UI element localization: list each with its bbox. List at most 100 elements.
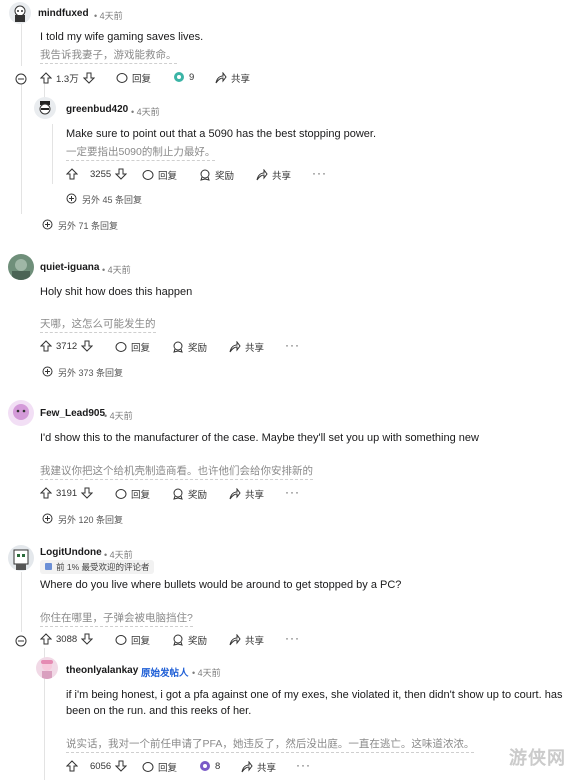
- share-label: 共享: [245, 343, 265, 354]
- comment-time: • 4天前: [102, 265, 131, 275]
- more-replies-link[interactable]: 另外 45 条回复: [66, 193, 142, 206]
- vote-controls: 6056: [66, 760, 128, 772]
- reply-button[interactable]: 回复: [142, 760, 177, 774]
- comment-time: • 4天前: [94, 11, 123, 21]
- downvote-icon[interactable]: [81, 487, 94, 499]
- comment-username[interactable]: Few_Lead905: [40, 408, 105, 419]
- comment-translation: 说实话，我对一个前任申请了PFA，她违反了，然后没出庭。一直在逃亡。这味道浓浓。: [66, 736, 475, 753]
- award-icon: [173, 71, 185, 83]
- thread-line: [52, 124, 53, 184]
- award-button[interactable]: 8: [199, 760, 220, 772]
- comment-text: been on the run. and this reeks of her.: [66, 705, 252, 717]
- more-replies-label: 另外 71 条回复: [58, 221, 119, 231]
- avatar[interactable]: [8, 545, 34, 571]
- more-replies-link[interactable]: 另外 71 条回复: [42, 219, 118, 232]
- downvote-icon[interactable]: [82, 72, 95, 84]
- share-label: 共享: [272, 171, 292, 182]
- reply-button[interactable]: 回复: [116, 71, 151, 85]
- reply-icon: [116, 72, 128, 84]
- downvote-icon[interactable]: [115, 760, 128, 772]
- comment-text: I told my wife gaming saves lives.: [40, 31, 204, 43]
- vote-count: 1.3万: [56, 74, 79, 85]
- more-options-icon[interactable]: ···: [285, 338, 300, 352]
- comment-text: Make sure to point out that a 5090 has t…: [66, 128, 377, 140]
- reply-button[interactable]: 回复: [115, 633, 150, 647]
- share-button[interactable]: 共享: [229, 487, 264, 501]
- reply-label: 回复: [131, 343, 151, 354]
- comment-translation: 我建议你把这个给机壳制造商看。也许他们会给你安排新的: [40, 463, 313, 480]
- collapse-icon[interactable]: [15, 634, 27, 652]
- more-options-icon[interactable]: ···: [285, 485, 300, 499]
- share-label: 共享: [245, 636, 265, 647]
- award-button[interactable]: 奖励: [172, 487, 207, 501]
- flair-icon: [44, 562, 53, 573]
- upvote-icon[interactable]: [40, 487, 52, 499]
- upvote-icon[interactable]: [40, 633, 52, 645]
- award-icon: [172, 341, 184, 353]
- share-button[interactable]: 共享: [229, 340, 264, 354]
- downvote-icon[interactable]: [81, 633, 94, 645]
- watermark: 游侠网: [509, 748, 566, 768]
- award-label: 奖励: [188, 490, 208, 501]
- comment-username[interactable]: greenbud420: [66, 104, 128, 115]
- upvote-icon[interactable]: [40, 72, 52, 84]
- vote-controls: 3712: [40, 340, 94, 352]
- comment-text: Holy shit how does this happen: [40, 286, 193, 298]
- upvote-icon[interactable]: [66, 760, 78, 772]
- avatar[interactable]: [8, 400, 34, 426]
- award-label: 奖励: [188, 343, 208, 354]
- comment-time: • 4天前: [192, 668, 221, 678]
- share-button[interactable]: 共享: [229, 633, 264, 647]
- upvote-icon[interactable]: [40, 340, 52, 352]
- downvote-icon[interactable]: [115, 168, 128, 180]
- award-label: 奖励: [188, 636, 208, 647]
- award-button[interactable]: 奖励: [172, 340, 207, 354]
- vote-controls: 3191: [40, 487, 94, 499]
- share-icon: [256, 169, 268, 181]
- reply-button[interactable]: 回复: [115, 487, 150, 501]
- vote-count: 3712: [56, 340, 78, 352]
- avatar[interactable]: [34, 97, 56, 119]
- reply-button[interactable]: 回复: [142, 168, 177, 182]
- op-badge: 原始发帖人: [141, 668, 189, 679]
- award-label: 奖励: [215, 171, 235, 182]
- award-count: 9: [189, 71, 195, 83]
- comment-time: • 4天前: [131, 107, 160, 117]
- avatar[interactable]: [8, 254, 34, 280]
- reply-icon: [142, 169, 154, 181]
- comment-username[interactable]: quiet-iguana: [40, 262, 99, 273]
- award-button[interactable]: 奖励: [199, 168, 234, 182]
- more-replies-link[interactable]: 另外 373 条回复: [42, 366, 123, 379]
- share-button[interactable]: 共享: [241, 760, 276, 774]
- reply-button[interactable]: 回复: [115, 340, 150, 354]
- more-replies-link[interactable]: 另外 120 条回复: [42, 513, 123, 526]
- more-options-icon[interactable]: ···: [296, 758, 311, 772]
- reply-label: 回复: [158, 171, 178, 182]
- award-button[interactable]: 9: [173, 71, 194, 83]
- comment-username[interactable]: LogitUndone: [40, 547, 102, 558]
- comment-translation: 我告诉我妻子，游戏能救命。: [40, 47, 177, 64]
- more-options-icon[interactable]: ···: [312, 166, 327, 180]
- award-button[interactable]: 奖励: [172, 633, 207, 647]
- award-icon: [199, 169, 211, 181]
- thread-line: [21, 24, 22, 66]
- share-icon: [215, 72, 227, 84]
- vote-controls: 1.3万: [40, 71, 95, 85]
- share-button[interactable]: 共享: [215, 71, 250, 85]
- upvote-icon[interactable]: [66, 168, 78, 180]
- avatar[interactable]: [9, 2, 31, 24]
- share-button[interactable]: 共享: [256, 168, 291, 182]
- reply-icon: [142, 761, 154, 773]
- comment-username[interactable]: mindfuxed: [38, 8, 89, 19]
- avatar[interactable]: [36, 657, 58, 679]
- more-replies-label: 另外 373 条回复: [58, 368, 124, 378]
- more-options-icon[interactable]: ···: [285, 631, 300, 645]
- share-label: 共享: [231, 74, 251, 85]
- vote-count: 3191: [56, 487, 78, 499]
- collapse-icon[interactable]: [15, 72, 27, 90]
- flair-label: 前 1% 最受欢迎的评论者: [56, 562, 150, 572]
- comment-username[interactable]: theonlyalankay: [66, 665, 138, 676]
- comment-text: if i'm being honest, i got a pfa against…: [66, 689, 563, 701]
- comment-translation: 天哪，这怎么可能发生的: [40, 316, 156, 333]
- downvote-icon[interactable]: [81, 340, 94, 352]
